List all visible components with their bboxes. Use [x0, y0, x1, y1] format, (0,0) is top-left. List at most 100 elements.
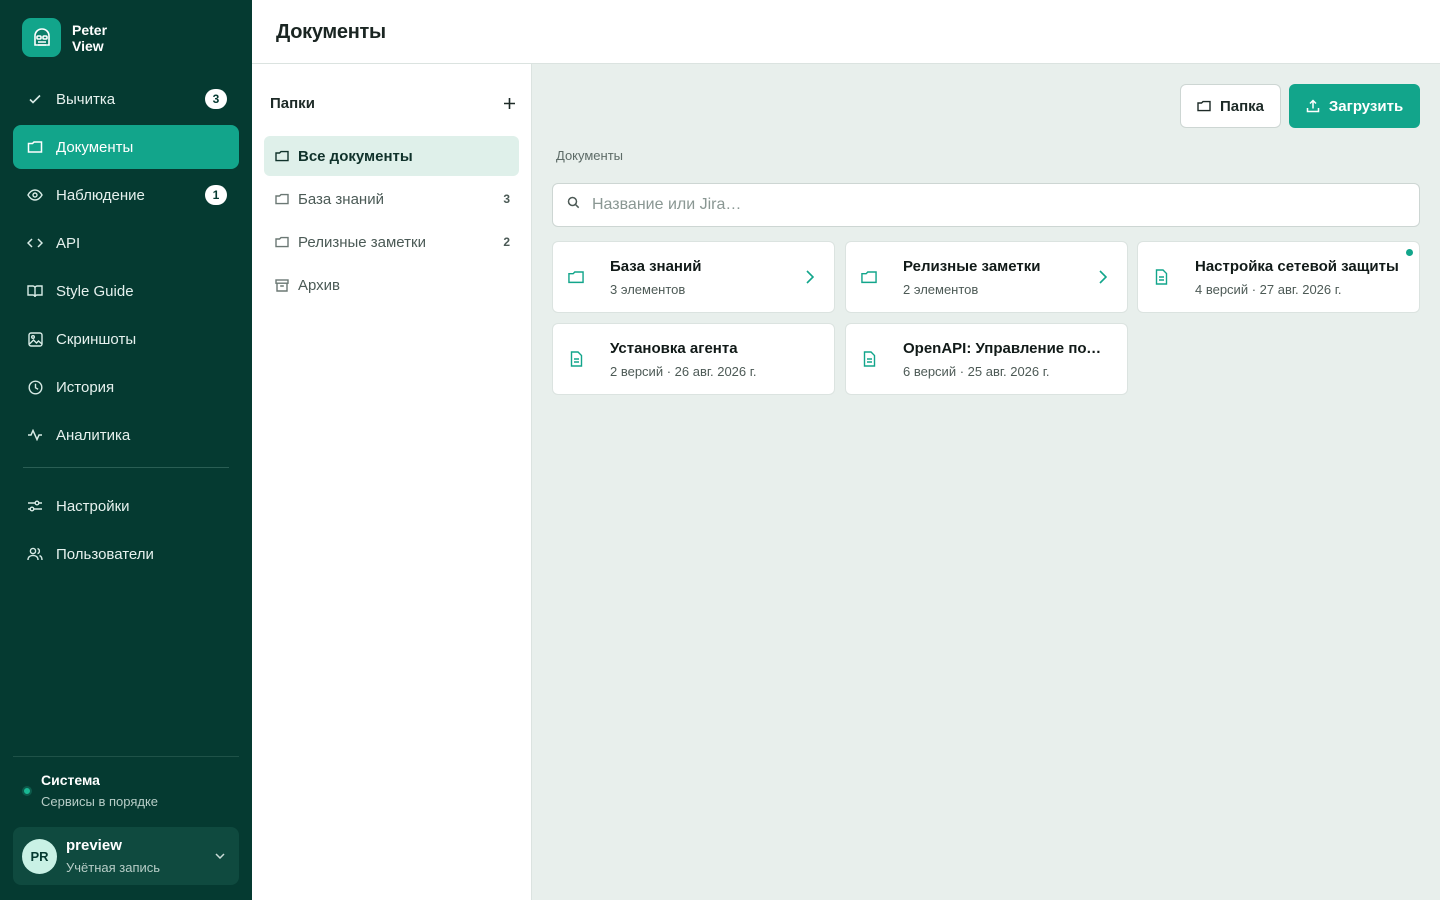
- system-title: Система: [41, 772, 100, 788]
- folder-icon: [275, 236, 289, 248]
- folder-count: 2: [503, 235, 510, 249]
- folder-item-release-notes[interactable]: Релизные заметки 2: [264, 222, 519, 262]
- nav-label: API: [56, 234, 81, 252]
- nav-label: Скриншоты: [56, 330, 137, 348]
- document-icon: [861, 351, 877, 367]
- brand-name: Peter View: [72, 22, 107, 54]
- nav-label: Документы: [56, 138, 134, 156]
- folder-item-knowledge-base[interactable]: База знаний 3: [264, 179, 519, 219]
- folders-panel: Папки Все документы База знаний 3 Релизн…: [252, 64, 532, 900]
- card-title: База знаний: [610, 257, 702, 275]
- nav-divider: [23, 467, 229, 468]
- card-meta: 6 версий · 25 авг. 2026 г.: [903, 363, 1050, 379]
- document-card-openapi[interactable]: OpenAPI: Управление политиками 6 версий …: [845, 323, 1128, 395]
- page-title: Документы: [276, 21, 386, 43]
- card-title: OpenAPI: Управление политиками: [903, 339, 1103, 357]
- nav-item-settings[interactable]: Настройки: [13, 484, 239, 528]
- image-icon: [27, 331, 43, 347]
- card-meta: 2 версий · 26 авг. 2026 г.: [610, 363, 757, 379]
- nav-item-style-guide[interactable]: Style Guide: [13, 269, 239, 313]
- nav-item-documents[interactable]: Документы: [13, 125, 239, 169]
- brand-line2: View: [72, 37, 104, 54]
- folder-item-all[interactable]: Все документы: [264, 136, 519, 176]
- search-input[interactable]: [592, 196, 1392, 214]
- unread-indicator: [1406, 249, 1413, 256]
- sidebar: Peter View Вычитка 3 Документы Наблюдени…: [0, 0, 252, 900]
- account-subtitle: Учётная запись: [66, 860, 161, 875]
- document-icon: [568, 351, 584, 367]
- nav-item-screenshots[interactable]: Скриншоты: [13, 317, 239, 361]
- count-badge: 3: [205, 89, 227, 109]
- folder-label: Все документы: [298, 147, 413, 165]
- document-icon: [1153, 269, 1169, 285]
- account-name: preview: [66, 837, 122, 854]
- nav-label: Настройки: [56, 497, 130, 515]
- nav-label: Наблюдение: [56, 186, 145, 204]
- folder-label: Релизные заметки: [298, 233, 426, 251]
- upload-button[interactable]: Загрузить: [1289, 84, 1420, 128]
- breadcrumb[interactable]: Документы: [556, 148, 623, 163]
- folder-list: Все документы База знаний 3 Релизные зам…: [264, 136, 519, 308]
- system-status: Система Сервисы в порядке: [22, 772, 158, 809]
- document-card-agent-install[interactable]: Установка агента 2 версий · 26 авг. 2026…: [552, 323, 835, 395]
- new-folder-label: Папка: [1219, 97, 1265, 115]
- upload-label: Загрузить: [1328, 97, 1404, 115]
- count-badge: 1: [205, 185, 227, 205]
- new-folder-button[interactable]: Папка: [1180, 84, 1281, 128]
- book-icon: [27, 283, 43, 299]
- status-dot: [22, 786, 32, 796]
- search-box[interactable]: [552, 183, 1420, 227]
- check-icon: [27, 91, 43, 107]
- nav-label: История: [56, 378, 115, 396]
- chevron-right-icon: [1093, 270, 1113, 284]
- nav-label: Вычитка: [56, 90, 116, 108]
- nav-item-review[interactable]: Вычитка 3: [13, 77, 239, 121]
- system-status-text: Сервисы в порядке: [41, 794, 159, 809]
- folders-title: Папки: [270, 94, 315, 112]
- add-folder-button[interactable]: [498, 92, 520, 114]
- card-title: Релизные заметки: [903, 257, 1041, 275]
- folder-card-release-notes[interactable]: Релизные заметки 2 элементов: [845, 241, 1128, 313]
- main-nav: Вычитка 3 Документы Наблюдение 1 API Sty…: [13, 77, 239, 580]
- folder-item-archive[interactable]: Архив: [264, 265, 519, 305]
- activity-icon: [27, 427, 43, 443]
- document-card-network-protection[interactable]: Настройка сетевой защиты 4 версий · 27 а…: [1137, 241, 1420, 313]
- search-icon: [567, 196, 580, 214]
- sliders-icon: [27, 498, 43, 514]
- brand-line1: Peter: [72, 21, 108, 38]
- plus-icon: [503, 97, 515, 109]
- nav-item-monitoring[interactable]: Наблюдение 1: [13, 173, 239, 217]
- logo-icon: [22, 18, 61, 57]
- chevron-right-icon: [800, 270, 820, 284]
- card-title: Установка агента: [610, 339, 738, 357]
- archive-icon: [275, 278, 289, 292]
- brand[interactable]: Peter View: [22, 18, 107, 57]
- nav-label: Style Guide: [56, 282, 134, 300]
- nav-item-analytics[interactable]: Аналитика: [13, 413, 239, 457]
- nav-item-history[interactable]: История: [13, 365, 239, 409]
- nav-label: Пользователи: [56, 545, 154, 563]
- card-title: Настройка сетевой защиты: [1195, 257, 1399, 275]
- folder-count: 3: [503, 192, 510, 206]
- folder-card-knowledge-base[interactable]: База знаний 3 элементов: [552, 241, 835, 313]
- folder-icon: [275, 193, 289, 205]
- card-meta: 3 элементов: [610, 281, 686, 297]
- chevron-down-icon: [211, 853, 229, 859]
- account-menu[interactable]: PR preview Учётная запись: [13, 827, 239, 885]
- nav-item-users[interactable]: Пользователи: [13, 532, 239, 576]
- folder-label: База знаний: [298, 190, 384, 208]
- nav-item-api[interactable]: API: [13, 221, 239, 265]
- nav-label: Аналитика: [56, 426, 131, 444]
- avatar: PR: [22, 838, 57, 874]
- card-meta: 2 элементов: [903, 281, 979, 297]
- folder-icon: [861, 270, 877, 284]
- system-divider: [13, 756, 239, 757]
- folder-icon: [275, 150, 289, 162]
- folder-icon: [1197, 100, 1211, 112]
- code-icon: [27, 235, 43, 251]
- folder-icon: [27, 139, 43, 155]
- clock-icon: [27, 379, 43, 395]
- folder-label: Архив: [298, 276, 341, 294]
- folder-icon: [568, 270, 584, 284]
- top-header: Документы: [252, 0, 1440, 64]
